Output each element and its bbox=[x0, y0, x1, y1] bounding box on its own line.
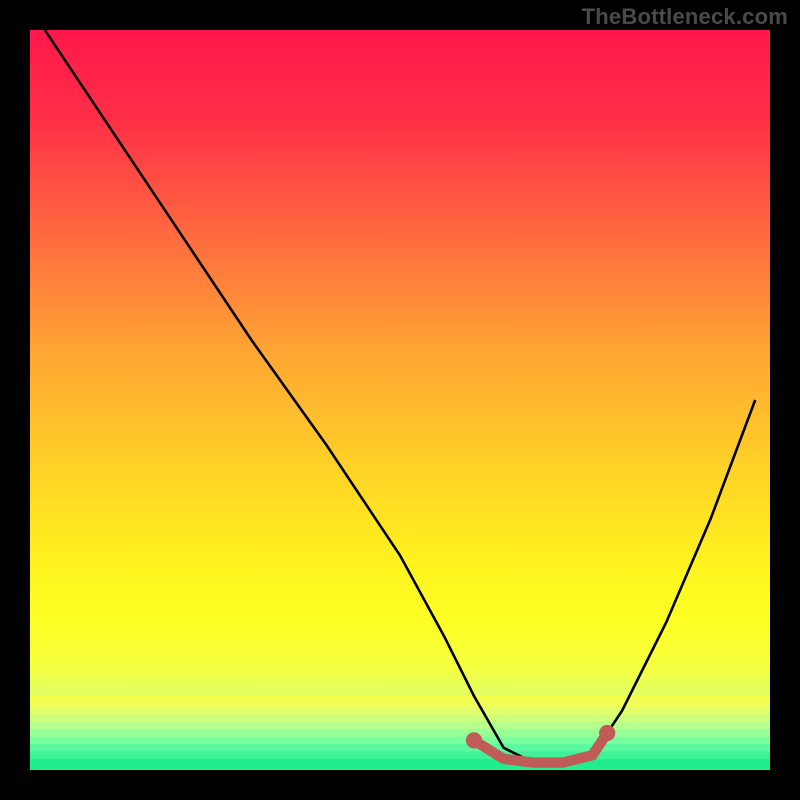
optimal-segment bbox=[474, 733, 607, 763]
bottleneck-curve bbox=[45, 30, 755, 763]
attribution-text: TheBottleneck.com bbox=[582, 4, 788, 30]
curve-layer bbox=[30, 30, 770, 770]
right-endpoint-dot bbox=[599, 725, 615, 741]
chart-frame: TheBottleneck.com bbox=[0, 0, 800, 800]
left-endpoint-dot bbox=[466, 732, 482, 748]
plot-area bbox=[30, 30, 770, 770]
